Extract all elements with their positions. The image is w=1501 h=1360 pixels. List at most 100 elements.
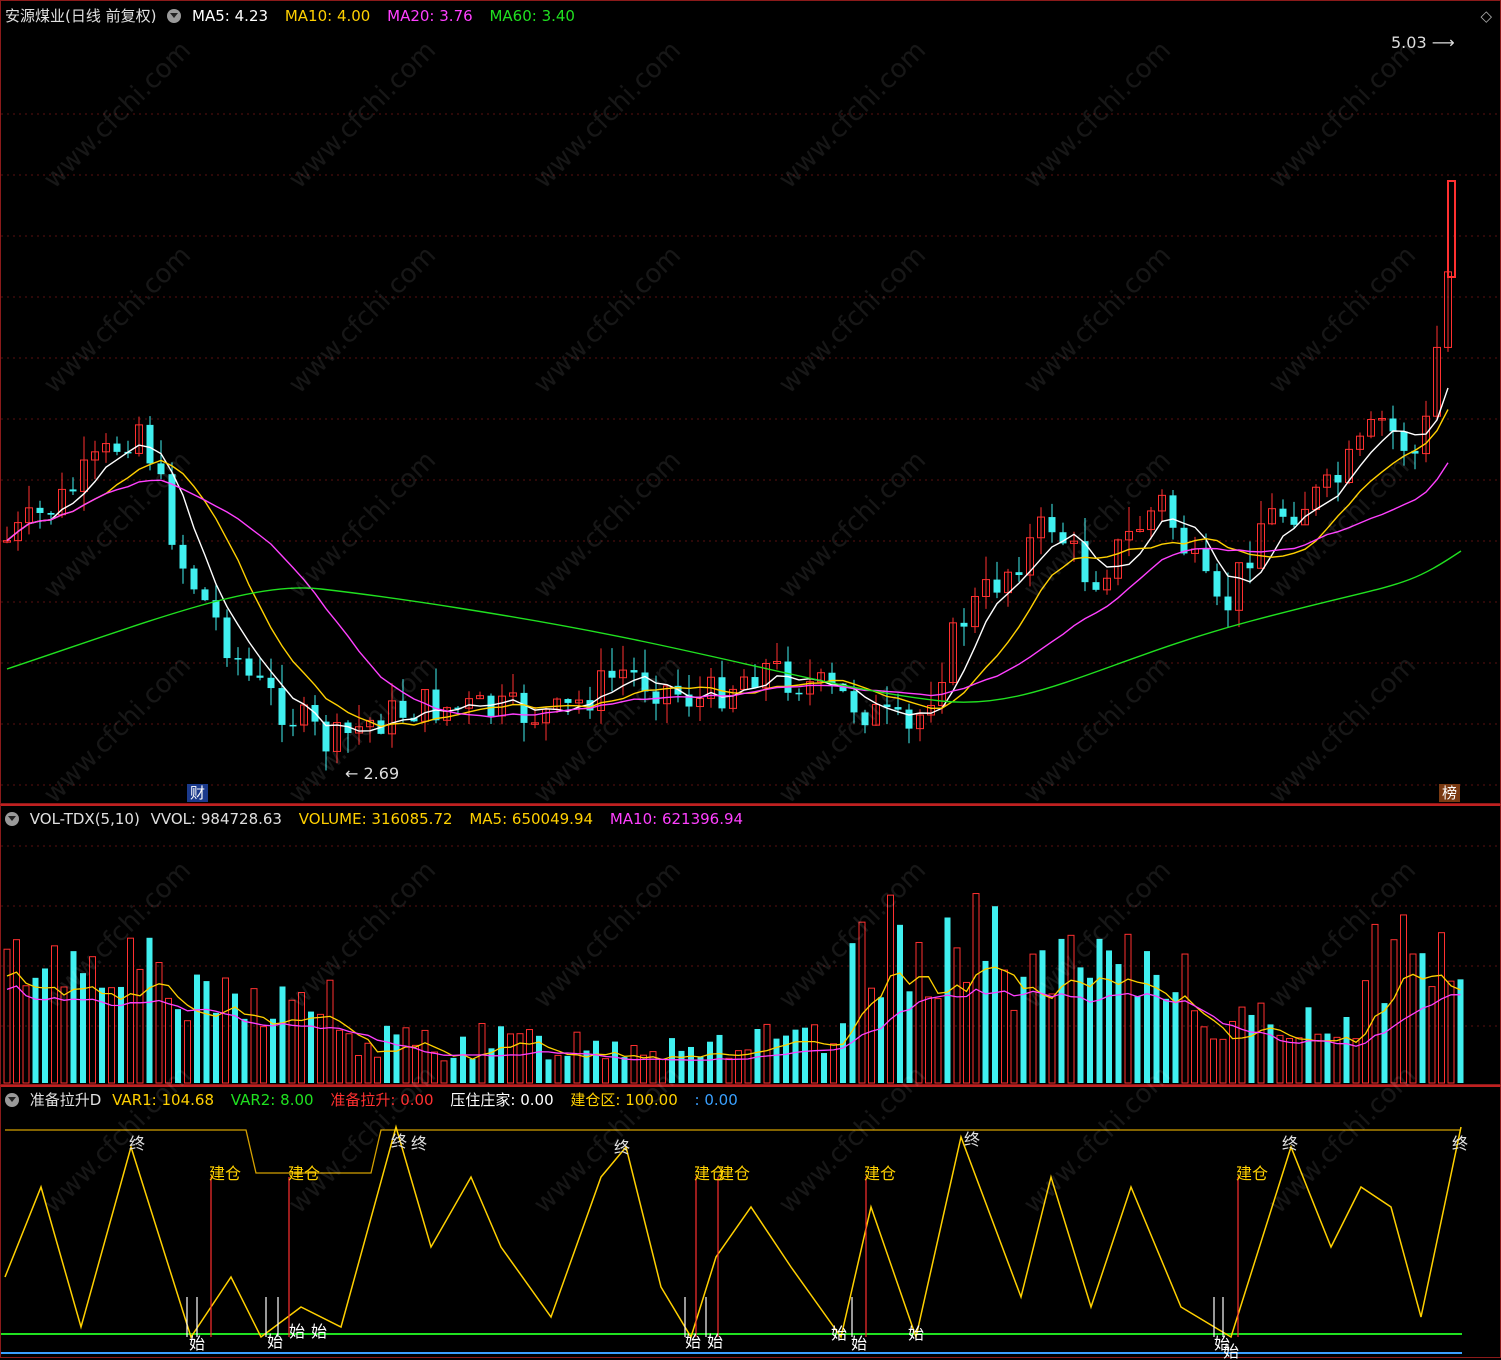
candle-body — [795, 692, 803, 695]
volume-bar — [878, 997, 884, 1083]
volume-bar — [1419, 953, 1426, 1083]
build-label: 建仓 — [209, 1164, 241, 1183]
volume-bar — [1153, 974, 1160, 1083]
high-price-label: 5.03 ⟶ — [1391, 33, 1455, 52]
volume-ma10-line — [6, 985, 1461, 1061]
chevron-down-icon[interactable] — [5, 1093, 19, 1107]
price-panel[interactable]: 安源煤业(日线 前复权) MA5: 4.23 MA10: 4.00 MA20: … — [0, 0, 1501, 804]
volume-bar — [1238, 1006, 1246, 1084]
volume-bar — [564, 1055, 571, 1083]
candle-body — [179, 544, 187, 569]
volume-bar — [925, 996, 932, 1084]
candle-body — [113, 443, 121, 452]
finance-tag[interactable]: 财 — [187, 784, 209, 802]
volume-bar — [697, 1056, 704, 1083]
candle-body — [894, 707, 902, 710]
volume-bar — [821, 1053, 827, 1083]
chevron-down-icon[interactable] — [167, 9, 182, 23]
candle-body — [1224, 596, 1232, 611]
candle-body — [905, 709, 913, 729]
chevron-down-icon[interactable] — [5, 812, 19, 826]
var1-line — [4, 1124, 1462, 1340]
rank-tag[interactable]: 榜 — [1439, 784, 1461, 802]
volume-bar — [1191, 1010, 1198, 1084]
volume-bar — [906, 991, 913, 1083]
volume-bar — [659, 1058, 666, 1084]
volume-bar — [308, 1011, 314, 1083]
vol-ma10-value: 621396.94 — [661, 810, 744, 828]
candle-body — [267, 677, 275, 689]
volume-bar — [1096, 938, 1103, 1083]
candle-body — [289, 724, 297, 727]
build-value: 100.00 — [625, 1091, 678, 1109]
volume-bar — [1210, 1038, 1217, 1084]
candle-body — [212, 600, 220, 618]
volume-bar — [1248, 1014, 1255, 1083]
volume-bar — [1115, 964, 1122, 1083]
volume-bar — [688, 1046, 694, 1083]
candle-body — [69, 489, 77, 492]
volume-bar — [184, 1020, 191, 1084]
candle-body — [399, 700, 407, 718]
volume-bar — [725, 1057, 733, 1084]
volume-bar — [32, 977, 39, 1083]
volume-bar — [1286, 1037, 1293, 1084]
prep-value: 0.00 — [400, 1091, 434, 1109]
stock-title: 安源煤业(日线 前复权) — [5, 7, 157, 25]
candle-body — [157, 463, 165, 475]
volume-bar — [270, 1018, 276, 1083]
volume-bar — [526, 1029, 533, 1084]
volume-bar — [118, 986, 124, 1083]
volume-bar — [887, 894, 894, 1084]
candle-body — [641, 672, 649, 692]
indicator-panel[interactable]: 准备拉升D VAR1: 104.68 VAR2: 8.00 准备拉升: 0.00… — [0, 1085, 1501, 1360]
volume-bar — [1257, 1002, 1265, 1084]
volume-bar — [612, 1041, 618, 1083]
volume-bar — [250, 988, 258, 1084]
end-label: 终 — [391, 1132, 407, 1151]
volume-bar — [241, 1018, 248, 1083]
volume-bar — [1106, 950, 1112, 1083]
vol-ma10-label: MA10: — [609, 810, 658, 828]
volume-bar — [1305, 1007, 1312, 1083]
var1-label: VAR1: — [112, 1091, 157, 1109]
volume-panel[interactable]: VOL-TDX(5,10) VVOL: 984728.63 VOLUME: 31… — [0, 804, 1501, 1085]
start-label: 始 — [851, 1334, 867, 1353]
volume-bar — [288, 999, 296, 1084]
volume-bar — [345, 1033, 353, 1084]
build-label: 建仓区: — [570, 1091, 621, 1109]
volume-bar — [963, 981, 970, 1084]
volume-header: VOL-TDX(5,10) VVOL: 984728.63 VOLUME: 31… — [5, 808, 755, 830]
vvol-value: 984728.63 — [200, 810, 282, 828]
end-label: 终 — [614, 1138, 630, 1157]
press-label: 压住庄家: — [450, 1091, 516, 1109]
volume-bar — [326, 979, 334, 1084]
candle-body — [630, 670, 638, 673]
volume-bar — [1001, 969, 1008, 1084]
volume-bar — [1409, 953, 1417, 1084]
ma20-line — [6, 462, 1449, 718]
candle-body — [1202, 549, 1210, 572]
volume-bar — [1267, 1024, 1274, 1083]
volume-bar — [317, 1013, 324, 1084]
candle-body — [1180, 527, 1188, 554]
candle-body — [432, 689, 440, 721]
ma20-label: MA20: — [387, 7, 435, 25]
volume-bar — [1438, 932, 1445, 1084]
candle-body — [190, 568, 198, 590]
volume-bar — [763, 1023, 771, 1084]
volume-bar — [1077, 967, 1084, 1083]
volume-bar — [1447, 980, 1455, 1084]
candle-body — [520, 692, 528, 723]
start-label: 始 — [831, 1324, 847, 1343]
candle-body — [223, 617, 231, 659]
volume-bar — [108, 987, 115, 1084]
ma60-label: MA60: — [489, 7, 537, 25]
volume-bar — [1229, 1020, 1236, 1084]
vol-ma5-label: MA5: — [469, 810, 508, 828]
ma5-label: MA5: — [192, 7, 230, 25]
var1-value: 104.68 — [161, 1091, 215, 1109]
volume-bar — [944, 917, 951, 1083]
volume-bar — [1144, 951, 1150, 1083]
volume-bar — [13, 939, 20, 1084]
